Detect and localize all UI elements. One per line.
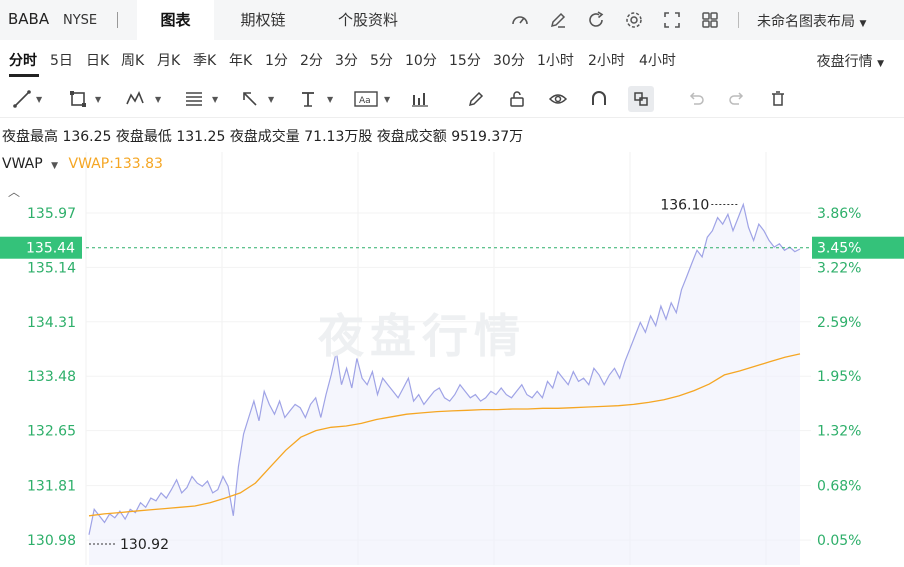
y-tick-label-left: 134.31 xyxy=(27,315,76,331)
y-tick-label-left: 135.97 xyxy=(27,206,76,222)
period-4h[interactable]: 4小时 xyxy=(639,50,676,70)
period-2m[interactable]: 2分 xyxy=(300,50,323,70)
magnet-icon[interactable] xyxy=(589,89,609,109)
volume-label: 夜盘成交量 xyxy=(229,129,300,145)
exchange-label: NYSE xyxy=(63,13,98,28)
vwap-name: VWAP xyxy=(2,156,43,172)
amount-label: 夜盘成交额 xyxy=(376,129,447,145)
rect-tool-icon[interactable] xyxy=(68,89,88,109)
svg-text:Aa: Aa xyxy=(359,96,371,106)
amount-value: 9519.37万 xyxy=(451,129,524,145)
period-5d[interactable]: 5日 xyxy=(50,50,73,70)
period-2h[interactable]: 2小时 xyxy=(588,50,625,70)
header-bar: BABA NYSE 图表 期权链 个股资料 未命名图表布局 ▼ xyxy=(0,0,904,40)
active-period-underline xyxy=(9,74,39,77)
link-icon[interactable] xyxy=(628,86,654,112)
caret-icon[interactable]: ▼ xyxy=(95,95,101,104)
gauge-icon[interactable] xyxy=(510,10,530,30)
current-price-label: 135.44 xyxy=(26,241,75,257)
period-intraday[interactable]: 分时 xyxy=(9,50,37,70)
tab-company-profile[interactable]: 个股资料 xyxy=(323,0,413,40)
caret-icon[interactable]: ▼ xyxy=(155,95,161,104)
watermark: 夜盘行情 xyxy=(318,309,526,363)
caret-down-icon: ▼ xyxy=(877,59,884,69)
y-tick-label-left: 133.48 xyxy=(27,369,76,385)
pen-icon[interactable] xyxy=(548,10,568,30)
delete-icon[interactable] xyxy=(768,89,788,109)
period-yearly[interactable]: 年K xyxy=(229,50,252,70)
y-tick-label-left: 130.98 xyxy=(27,533,76,549)
period-1h[interactable]: 1小时 xyxy=(537,50,574,70)
period-1m[interactable]: 1分 xyxy=(265,50,288,70)
eye-icon[interactable] xyxy=(548,89,568,109)
session-selector[interactable]: 夜盘行情 ▼ xyxy=(817,51,884,71)
y-tick-label-left: 132.65 xyxy=(27,424,76,440)
y-tick-label-right: 0.68% xyxy=(817,479,861,495)
caret-icon[interactable]: ▼ xyxy=(36,95,42,104)
gear-icon[interactable] xyxy=(624,10,644,30)
session-stats: 夜盘最高 136.25 夜盘最低 131.25 夜盘成交量 71.13万股 夜盘… xyxy=(2,126,523,146)
caret-down-icon: ▼ xyxy=(51,161,59,171)
tab-options-chain[interactable]: 期权链 xyxy=(228,0,298,40)
y-tick-label-right: 0.05% xyxy=(817,533,861,549)
grid-icon[interactable] xyxy=(700,10,720,30)
layout-name: 未命名图表布局 xyxy=(757,14,855,30)
caret-icon[interactable]: ▼ xyxy=(384,95,390,104)
session-label: 夜盘行情 xyxy=(816,54,873,70)
ticker-symbol[interactable]: BABA xyxy=(8,10,49,28)
drawing-toolbar: ▼ ▼ ▼ ▼ ▼ ▼ Aa ▼ xyxy=(0,80,904,118)
period-5m[interactable]: 5分 xyxy=(370,50,393,70)
y-tick-label-right: 3.86% xyxy=(817,206,861,222)
fib-tool-icon[interactable] xyxy=(184,89,204,109)
app-root: BABA NYSE 图表 期权链 个股资料 未命名图表布局 ▼ 分时 5日 日K… xyxy=(0,0,904,567)
low-value: 131.25 xyxy=(176,129,226,145)
caret-icon[interactable]: ▼ xyxy=(327,95,333,104)
vwap-value: VWAP:133.83 xyxy=(68,156,163,172)
pattern-tool-icon[interactable] xyxy=(125,89,145,109)
refresh-icon[interactable] xyxy=(586,10,606,30)
period-monthly[interactable]: 月K xyxy=(157,50,180,70)
period-3m[interactable]: 3分 xyxy=(335,50,358,70)
lock-icon[interactable] xyxy=(507,89,527,109)
caret-icon[interactable]: ▼ xyxy=(212,95,218,104)
indicator-icon[interactable] xyxy=(410,89,430,109)
vwap-legend[interactable]: VWAP ▼ VWAP:133.83 xyxy=(2,156,163,172)
y-tick-label-left: 135.14 xyxy=(27,260,76,276)
period-30m[interactable]: 30分 xyxy=(493,50,525,70)
low-label: 夜盘最低 xyxy=(115,129,172,145)
chevron-up-icon[interactable]: ︿ xyxy=(8,183,20,200)
undo-icon[interactable] xyxy=(686,89,706,109)
brush-icon[interactable] xyxy=(466,89,486,109)
layout-selector[interactable]: 未命名图表布局 ▼ xyxy=(757,11,866,31)
caret-icon[interactable]: ▼ xyxy=(268,95,274,104)
y-tick-label-right: 1.32% xyxy=(817,424,861,440)
fullscreen-icon[interactable] xyxy=(662,10,682,30)
line-tool-icon[interactable] xyxy=(12,89,32,109)
period-bar: 分时 5日 日K 周K 月K 季K 年K 1分 2分 3分 5分 10分 15分… xyxy=(0,40,904,78)
tab-chart[interactable]: 图表 xyxy=(137,0,214,40)
volume-value: 71.13万股 xyxy=(304,129,373,145)
period-15m[interactable]: 15分 xyxy=(449,50,481,70)
header-divider-2 xyxy=(738,12,739,28)
chevron-down-icon: ▼ xyxy=(859,19,867,29)
header-divider xyxy=(117,12,118,28)
y-tick-label-right: 1.95% xyxy=(817,369,861,385)
y-tick-label-right: 3.22% xyxy=(817,260,861,276)
y-tick-label-right: 2.59% xyxy=(817,315,861,331)
y-tick-label-left: 131.81 xyxy=(27,479,76,495)
period-daily[interactable]: 日K xyxy=(86,50,109,70)
min-price-label: 130.92 xyxy=(120,537,169,553)
label-tool-icon[interactable]: Aa xyxy=(354,89,378,109)
current-pct-label: 3.45% xyxy=(817,241,861,257)
period-10m[interactable]: 10分 xyxy=(405,50,437,70)
arrow-tool-icon[interactable] xyxy=(240,89,260,109)
high-label: 夜盘最高 xyxy=(2,129,58,145)
period-quarterly[interactable]: 季K xyxy=(193,50,216,70)
redo-icon[interactable] xyxy=(727,89,747,109)
period-weekly[interactable]: 周K xyxy=(121,50,144,70)
high-value: 136.25 xyxy=(62,129,112,145)
max-price-label: 136.10 xyxy=(660,197,709,213)
text-tool-icon[interactable] xyxy=(298,89,318,109)
